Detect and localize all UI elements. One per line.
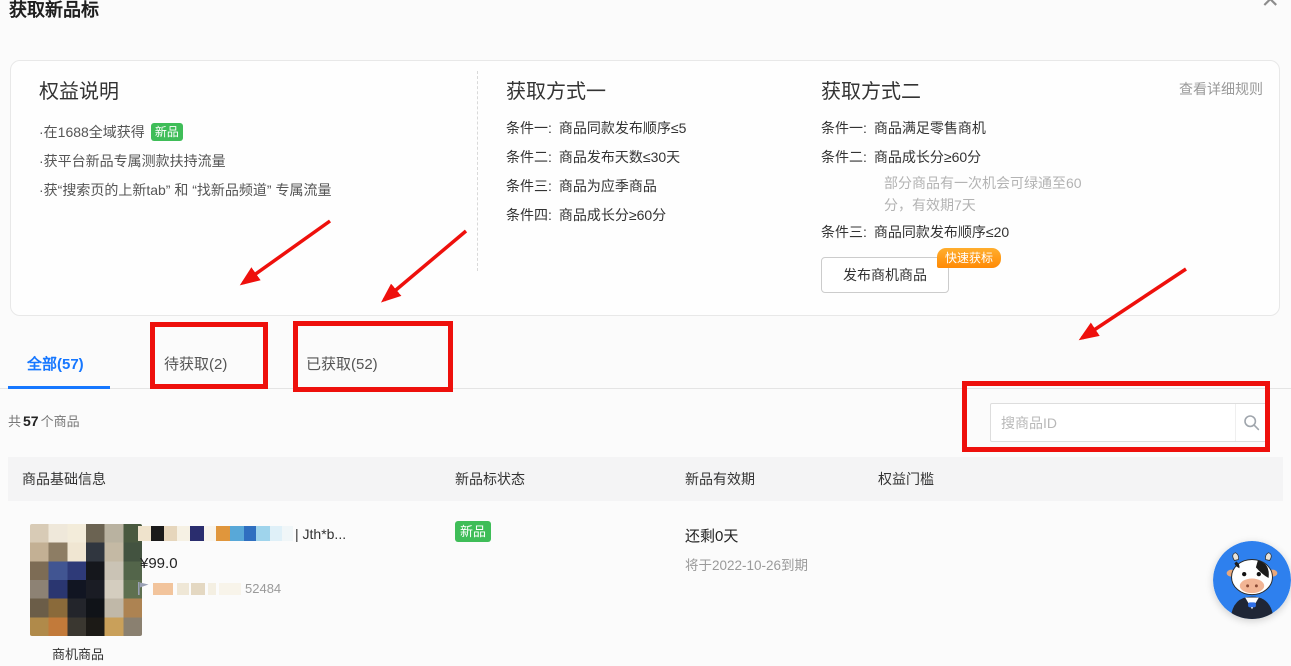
method-two-column: 获取方式二 条件一:商品满足零售商机 条件二:商品成长分≥60分 部分商品有一次… [821, 75, 1161, 293]
tab-acquired[interactable]: 已获取(52) [306, 353, 378, 374]
product-thumbnail[interactable] [30, 524, 142, 636]
column-divider [477, 71, 478, 271]
search-box [990, 403, 1268, 442]
flag-icon [138, 582, 149, 595]
customer-service-mascot-button[interactable] [1213, 541, 1291, 619]
quick-label-badge: 快速获标 [937, 248, 1001, 268]
search-icon [1243, 414, 1260, 431]
condition: 条件一:商品同款发布顺序≤5 [506, 114, 686, 143]
cow-mascot-icon [1213, 541, 1291, 619]
benefit-item: ·在1688全域获得新品 [39, 118, 331, 147]
validity-expire-date: 将于2022-10-26到期 [685, 554, 808, 574]
product-id-line: 52484 [138, 581, 281, 596]
validity-remaining: 还剩0天 [685, 525, 738, 546]
pixelated-photo [30, 524, 142, 636]
condition: 条件三:商品为应季商品 [506, 172, 686, 201]
close-icon[interactable]: × [1261, 0, 1279, 15]
status-badge-wrap: 新品 [455, 521, 491, 542]
col-header-threshold: 权益门槛 [878, 469, 1283, 489]
new-product-status-badge: 新品 [455, 521, 491, 542]
search-button[interactable] [1235, 404, 1267, 441]
censored-title-blocks [138, 525, 293, 542]
condition: 条件一:商品满足零售商机 [821, 114, 1161, 143]
benefits-title: 权益说明 [39, 75, 331, 104]
get-new-product-label-dialog: 获取新品标 × 权益说明 ·在1688全域获得新品 ·获平台新品专属测款扶持流量… [0, 0, 1291, 666]
benefit-item: ·获“搜索页的上新tab” 和 “找新品频道” 专属流量 [39, 176, 331, 205]
page-title: 获取新品标 [9, 0, 99, 22]
search-input[interactable] [991, 404, 1235, 441]
condition: 条件二:商品成长分≥60分 [821, 143, 1161, 172]
benefits-column: 权益说明 ·在1688全域获得新品 ·获平台新品专属测款扶持流量 ·获“搜索页的… [39, 75, 331, 205]
tab-all[interactable]: 全部(57) [27, 353, 84, 374]
opportunity-product-label: 商机商品 [52, 644, 104, 663]
tab-bar-divider [0, 388, 1291, 389]
censored-id-blocks [153, 583, 241, 595]
product-title[interactable]: | Jth*b... [138, 525, 346, 542]
benefit-item-text: ·在1688全域获得 [39, 124, 145, 140]
col-header-validity: 新品有效期 [685, 469, 878, 489]
col-header-product-info: 商品基础信息 [22, 469, 455, 489]
product-count: 57 [23, 413, 39, 429]
condition-note: 分，有效期7天 [884, 194, 1161, 216]
table-header: 商品基础信息 新品标状态 新品有效期 权益门槛 [8, 457, 1283, 501]
tab-pending[interactable]: 待获取(2) [164, 353, 227, 374]
product-count-summary: 共57个商品 [8, 411, 80, 430]
publish-opportunity-button[interactable]: 发布商机商品 [821, 257, 949, 293]
product-id-visible-text: 52484 [245, 581, 281, 596]
method-two-title: 获取方式二 [821, 75, 1161, 104]
method-one-title: 获取方式一 [506, 75, 686, 104]
method-one-column: 获取方式一 条件一:商品同款发布顺序≤5 条件二:商品发布天数≤30天 条件三:… [506, 75, 686, 230]
active-tab-underline [8, 386, 110, 389]
condition-note: 部分商品有一次机会可绿通至60 [884, 172, 1161, 194]
benefit-item: ·获平台新品专属测款扶持流量 [39, 147, 331, 176]
publish-button-wrap: 发布商机商品 快速获标 [821, 257, 961, 293]
condition: 条件二:商品发布天数≤30天 [506, 143, 686, 172]
condition: 条件三:商品同款发布顺序≤20 [821, 218, 1161, 247]
benefits-panel: 权益说明 ·在1688全域获得新品 ·获平台新品专属测款扶持流量 ·获“搜索页的… [10, 60, 1280, 316]
col-header-label-status: 新品标状态 [455, 469, 685, 489]
view-detailed-rules-link[interactable]: 查看详细规则 [1179, 79, 1263, 99]
table-row: 商机商品 | Jth*b... ¥99.0 52484 新品 还剩0天 将于20… [8, 505, 1283, 666]
new-product-badge: 新品 [151, 123, 183, 141]
product-price: ¥99.0 [140, 555, 178, 572]
condition: 条件四:商品成长分≥60分 [506, 201, 686, 230]
product-title-visible-text: | Jth*b... [295, 526, 346, 542]
